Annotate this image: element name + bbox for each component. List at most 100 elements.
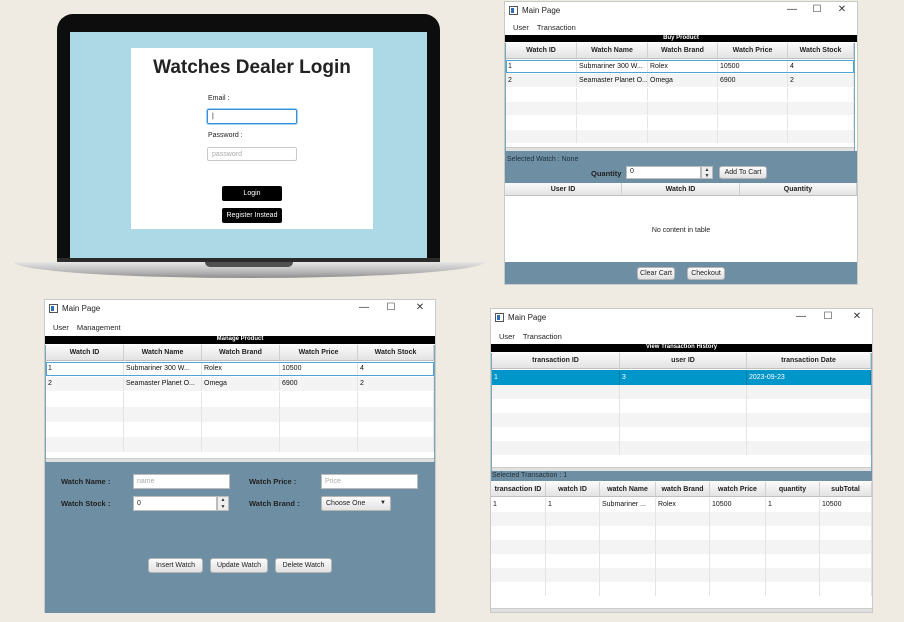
- window-title: Main Page: [508, 313, 547, 322]
- app-icon: [49, 304, 58, 313]
- menu-transaction[interactable]: Transaction: [523, 332, 562, 341]
- col-header[interactable]: Watch ID: [506, 43, 577, 58]
- menu-user[interactable]: User: [513, 23, 529, 32]
- password-input[interactable]: password: [207, 147, 297, 161]
- product-table[interactable]: Watch ID Watch Name Watch Brand Watch Pr…: [45, 345, 435, 462]
- selected-watch-label: Selected Watch : None: [507, 156, 579, 163]
- col-header[interactable]: Quantity: [740, 183, 857, 195]
- app-icon: [509, 6, 518, 15]
- minimize-icon[interactable]: —: [785, 4, 799, 15]
- menu-transaction[interactable]: Transaction: [537, 23, 576, 32]
- watch-brand-select[interactable]: Choose One ▼: [321, 496, 391, 511]
- menu-user[interactable]: User: [53, 323, 69, 332]
- col-header[interactable]: subTotal: [820, 482, 872, 496]
- close-icon[interactable]: ✕: [835, 4, 849, 15]
- title-bar: Main Page — ☐ ✕: [505, 2, 857, 20]
- col-header[interactable]: Watch Name: [124, 345, 202, 360]
- table-row[interactable]: 1 Submariner 300 W... Rolex 10500 4: [506, 60, 854, 73]
- col-header[interactable]: Watch ID: [622, 183, 740, 195]
- history-window: Main Page — ☐ ✕ User Transaction View Tra…: [490, 308, 873, 613]
- manage-window: Main Page — ☐ ✕ User Management Manage Pr…: [44, 299, 436, 613]
- empty-row: [491, 540, 872, 554]
- empty-row: [506, 102, 854, 115]
- table-row[interactable]: 1 Submariner 300 W... Rolex 10500 4: [46, 362, 434, 376]
- col-header[interactable]: watch Name: [600, 482, 656, 496]
- quantity-input[interactable]: 0: [626, 166, 701, 179]
- col-header[interactable]: Watch ID: [46, 345, 124, 360]
- empty-row: [491, 568, 872, 582]
- window-title: Main Page: [62, 304, 101, 313]
- detail-table[interactable]: transaction ID watch ID watch Name watch…: [491, 482, 872, 612]
- col-header[interactable]: Watch Price: [718, 43, 788, 58]
- empty-row: [491, 526, 872, 540]
- menu-bar: User Transaction: [491, 332, 872, 344]
- empty-row: [491, 512, 872, 526]
- empty-row: [46, 407, 434, 422]
- col-header[interactable]: Watch Stock: [358, 345, 434, 360]
- col-header[interactable]: transaction Date: [747, 353, 871, 368]
- window-title: Main Page: [522, 6, 561, 15]
- watch-name-input[interactable]: name: [133, 474, 230, 489]
- maximize-icon[interactable]: ☐: [810, 4, 824, 15]
- table-header: transaction ID watch ID watch Name watch…: [491, 482, 872, 497]
- col-header[interactable]: Watch Price: [280, 345, 358, 360]
- stock-stepper[interactable]: ▲ ▼: [217, 496, 229, 511]
- login-button[interactable]: Login: [222, 186, 282, 201]
- checkout-button[interactable]: Checkout: [687, 267, 725, 280]
- table-row[interactable]: 2 Seamaster Planet O... Omega 6900 2: [46, 377, 434, 391]
- col-header[interactable]: quantity: [766, 482, 820, 496]
- insert-watch-button[interactable]: Insert Watch: [148, 558, 203, 573]
- col-header[interactable]: Watch Brand: [202, 345, 280, 360]
- cart-table[interactable]: User ID Watch ID Quantity No content in …: [505, 183, 857, 262]
- transaction-table[interactable]: transaction ID user ID transaction Date …: [491, 353, 872, 471]
- close-icon[interactable]: ✕: [850, 311, 864, 322]
- buy-panel: Selected Watch : None Quantity 0 ▲ ▼ Add …: [505, 151, 857, 284]
- minimize-icon[interactable]: —: [794, 311, 808, 322]
- col-header[interactable]: user ID: [620, 353, 747, 368]
- update-watch-button[interactable]: Update Watch: [210, 558, 268, 573]
- watch-price-label: Watch Price :: [249, 477, 297, 486]
- section-title: Manage Product: [45, 336, 435, 344]
- laptop-notch: [205, 262, 293, 267]
- col-header[interactable]: transaction ID: [491, 482, 546, 496]
- menu-user[interactable]: User: [499, 332, 515, 341]
- empty-row: [46, 437, 434, 452]
- maximize-icon[interactable]: ☐: [384, 302, 398, 313]
- register-button[interactable]: Register Instead: [222, 208, 282, 223]
- app-icon: [495, 313, 504, 322]
- minimize-icon[interactable]: —: [357, 302, 371, 313]
- watch-stock-label: Watch Stock :: [61, 499, 111, 508]
- cart-header: User ID Watch ID Quantity: [505, 183, 857, 196]
- horizontal-scrollbar[interactable]: [491, 608, 872, 612]
- table-row[interactable]: 2 Seamaster Planet O... Omega 6900 2: [506, 74, 854, 87]
- col-header[interactable]: watch ID: [546, 482, 600, 496]
- watch-price-input[interactable]: Price: [321, 474, 418, 489]
- col-header[interactable]: User ID: [505, 183, 622, 195]
- empty-table-message: No content in table: [651, 227, 711, 234]
- selected-transaction-label: Selected Transaction : 1: [492, 472, 568, 479]
- empty-row: [491, 582, 872, 596]
- watch-table[interactable]: Watch ID Watch Name Watch Brand Watch Pr…: [505, 43, 855, 151]
- quantity-stepper[interactable]: ▲ ▼: [701, 166, 713, 179]
- delete-watch-button[interactable]: Delete Watch: [275, 558, 332, 573]
- watch-name-label: Watch Name :: [61, 477, 111, 486]
- col-header[interactable]: watch Brand: [656, 482, 710, 496]
- empty-row: [492, 441, 871, 455]
- watch-stock-input[interactable]: 0: [133, 496, 217, 511]
- col-header[interactable]: Watch Brand: [648, 43, 718, 58]
- col-header[interactable]: Watch Stock: [788, 43, 854, 58]
- clear-cart-button[interactable]: Clear Cart: [637, 267, 675, 280]
- add-to-cart-button[interactable]: Add To Cart: [719, 166, 767, 179]
- menu-management[interactable]: Management: [77, 323, 121, 332]
- email-input[interactable]: |: [207, 109, 297, 124]
- col-header[interactable]: Watch Name: [577, 43, 648, 58]
- empty-row: [492, 427, 871, 441]
- maximize-icon[interactable]: ☐: [821, 311, 835, 322]
- close-icon[interactable]: ✕: [413, 302, 427, 313]
- menu-bar: User Management: [45, 323, 435, 335]
- table-row[interactable]: 1 1 Submariner ... Rolex 10500 1 10500: [491, 498, 872, 512]
- col-header[interactable]: transaction ID: [492, 353, 620, 368]
- col-header[interactable]: watch Price: [710, 482, 766, 496]
- table-row[interactable]: 1 3 2023-09-23: [492, 370, 871, 385]
- empty-row: [506, 116, 854, 129]
